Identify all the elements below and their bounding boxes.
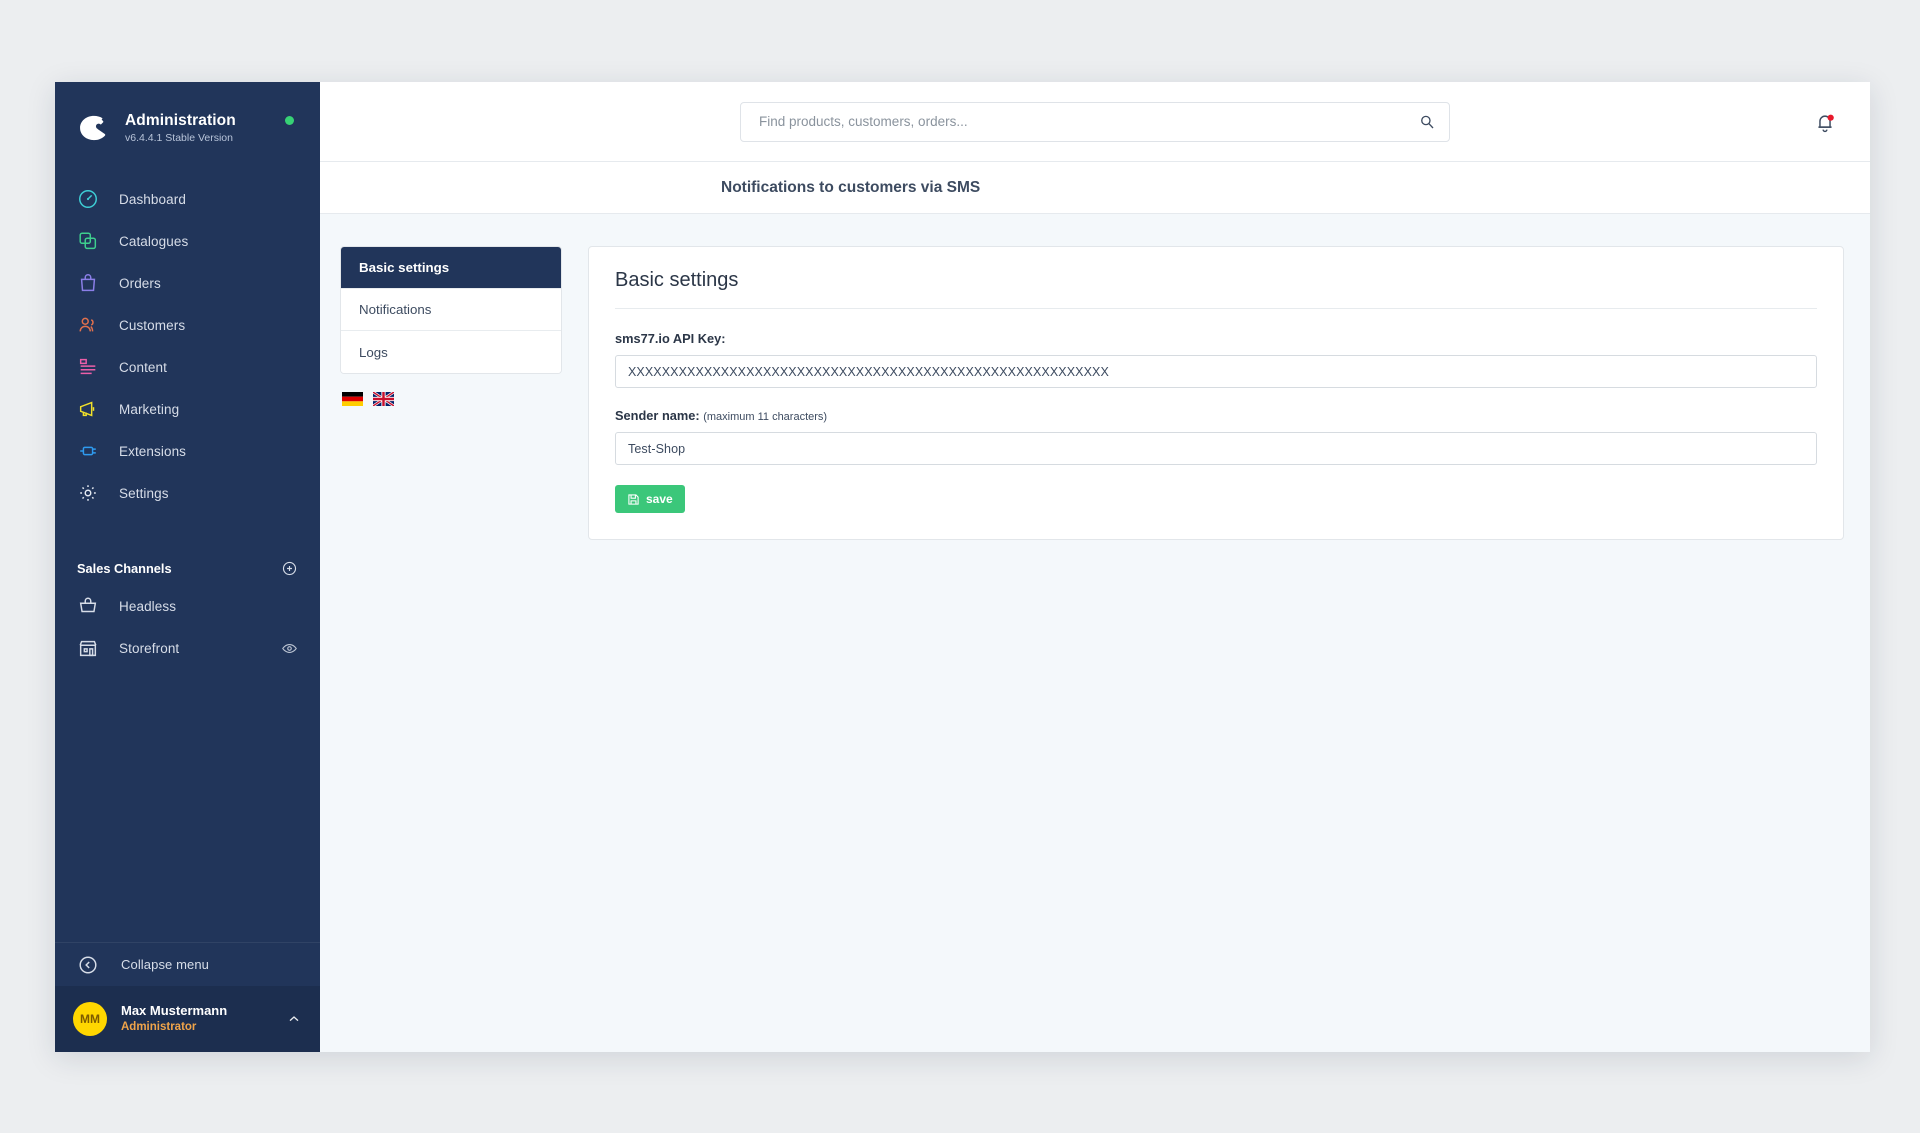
sender-name-hint: (maximum 11 characters) — [703, 411, 828, 423]
main-area: Notifications to customers via SMS Basic… — [320, 82, 1870, 1052]
sidebar-item-label: Settings — [119, 485, 169, 501]
sender-name-input[interactable] — [615, 432, 1817, 465]
sidebar-item-label: Customers — [119, 317, 186, 333]
save-button-label: save — [646, 492, 673, 506]
user-menu[interactable]: MM Max Mustermann Administrator — [55, 986, 320, 1052]
eye-icon[interactable] — [281, 640, 298, 657]
content-icon — [79, 358, 96, 375]
uk-flag-icon[interactable] — [373, 392, 394, 406]
sender-name-label: Sender name: (maximum 11 characters) — [615, 408, 1817, 423]
api-key-input[interactable] — [615, 355, 1817, 388]
gear-icon — [80, 485, 96, 501]
api-key-label: sms77.io API Key: — [615, 331, 1817, 346]
brand-version: v6.4.4.1 Stable Version — [125, 131, 233, 144]
shopware-logo-icon — [80, 115, 106, 141]
megaphone-icon — [79, 401, 95, 417]
bell-icon[interactable] — [1814, 112, 1836, 134]
sidebar-item-storefront[interactable]: Storefront — [55, 627, 320, 669]
search-icon[interactable] — [1418, 113, 1436, 131]
api-key-field-block: sms77.io API Key: — [615, 331, 1817, 388]
sidebar-item-catalogues[interactable]: Catalogues — [55, 220, 320, 262]
store-icon — [79, 640, 97, 657]
sidebar-item-settings[interactable]: Settings — [55, 472, 320, 514]
sidebar-item-label: Catalogues — [119, 233, 189, 249]
plug-icon — [80, 446, 96, 456]
screen-root: Administration v6.4.4.1 Stable Version D… — [0, 0, 1920, 1133]
sidebar-item-label: Orders — [119, 275, 161, 291]
german-flag-icon[interactable] — [342, 392, 363, 406]
sidebar-item-label: Headless — [119, 598, 177, 614]
api-key-label-text: sms77.io API Key: — [615, 331, 726, 346]
sender-name-label-text: Sender name: — [615, 408, 700, 423]
sidebar-item-label: Marketing — [119, 401, 180, 417]
sidebar-item-content[interactable]: Content — [55, 346, 320, 388]
collapse-menu-label: Collapse menu — [121, 957, 210, 972]
subnav-item-notifications[interactable]: Notifications — [341, 289, 561, 331]
language-switcher — [340, 392, 562, 406]
user-name: Max Mustermann — [121, 1003, 228, 1019]
sidebar-item-orders[interactable]: Orders — [55, 262, 320, 304]
avatar: MM — [73, 1002, 107, 1036]
user-role: Administrator — [121, 1020, 197, 1033]
sidebar-item-label: Extensions — [119, 443, 187, 459]
basic-settings-card: Basic settings sms77.io API Key: Sender … — [588, 246, 1844, 540]
sub-navigation: Basic settings Notifications Logs — [340, 246, 562, 1052]
sidebar-item-extensions[interactable]: Extensions — [55, 430, 320, 472]
sidebar-item-customers[interactable]: Customers — [55, 304, 320, 346]
basket-icon — [79, 597, 97, 613]
user-meta: Max Mustermann Administrator — [121, 1003, 227, 1034]
sender-name-field-block: Sender name: (maximum 11 characters) — [615, 408, 1817, 465]
sidebar-brand[interactable]: Administration v6.4.4.1 Stable Version — [55, 82, 320, 152]
content-area: Basic settings Notifications Logs Basic … — [320, 214, 1870, 1052]
floppy-save-icon — [628, 493, 639, 505]
sales-channels-header: Sales Channels — [55, 560, 320, 577]
card-title: Basic settings — [615, 269, 739, 291]
search-input[interactable] — [740, 101, 1450, 142]
sales-channels-title: Sales Channels — [77, 561, 172, 576]
sidebar-item-dashboard[interactable]: Dashboard — [55, 178, 320, 220]
chevron-left-circle-icon — [79, 955, 97, 974]
plus-circle-icon[interactable] — [281, 560, 298, 577]
sidebar: Administration v6.4.4.1 Stable Version D… — [55, 82, 320, 1052]
save-button[interactable]: save — [615, 485, 685, 513]
sidebar-item-marketing[interactable]: Marketing — [55, 388, 320, 430]
sub-navigation-list: Basic settings Notifications Logs — [340, 246, 562, 374]
main-nav: Dashboard Catalogues Orders Customers Co… — [55, 178, 320, 514]
page-header: Notifications to customers via SMS — [320, 162, 1870, 214]
admin-window: Administration v6.4.4.1 Stable Version D… — [55, 82, 1870, 1052]
topbar — [320, 82, 1870, 162]
status-online-dot — [285, 116, 294, 125]
speedometer-icon — [79, 190, 97, 208]
brand-title: Administration — [125, 111, 236, 129]
page-title: Notifications to customers via SMS — [721, 178, 981, 196]
copy-icon — [79, 232, 97, 250]
global-search — [740, 101, 1450, 142]
sidebar-item-headless[interactable]: Headless — [55, 585, 320, 627]
users-icon — [79, 317, 94, 332]
sidebar-item-label: Dashboard — [119, 191, 186, 207]
bag-icon — [80, 274, 96, 292]
subnav-item-basic-settings[interactable]: Basic settings — [341, 247, 561, 289]
sidebar-item-label: Storefront — [119, 640, 180, 656]
sidebar-item-label: Content — [119, 359, 167, 375]
chevron-up-icon[interactable] — [286, 1011, 302, 1027]
card-divider — [615, 308, 1817, 309]
subnav-item-logs[interactable]: Logs — [341, 331, 561, 373]
collapse-menu-button[interactable]: Collapse menu — [55, 942, 320, 986]
